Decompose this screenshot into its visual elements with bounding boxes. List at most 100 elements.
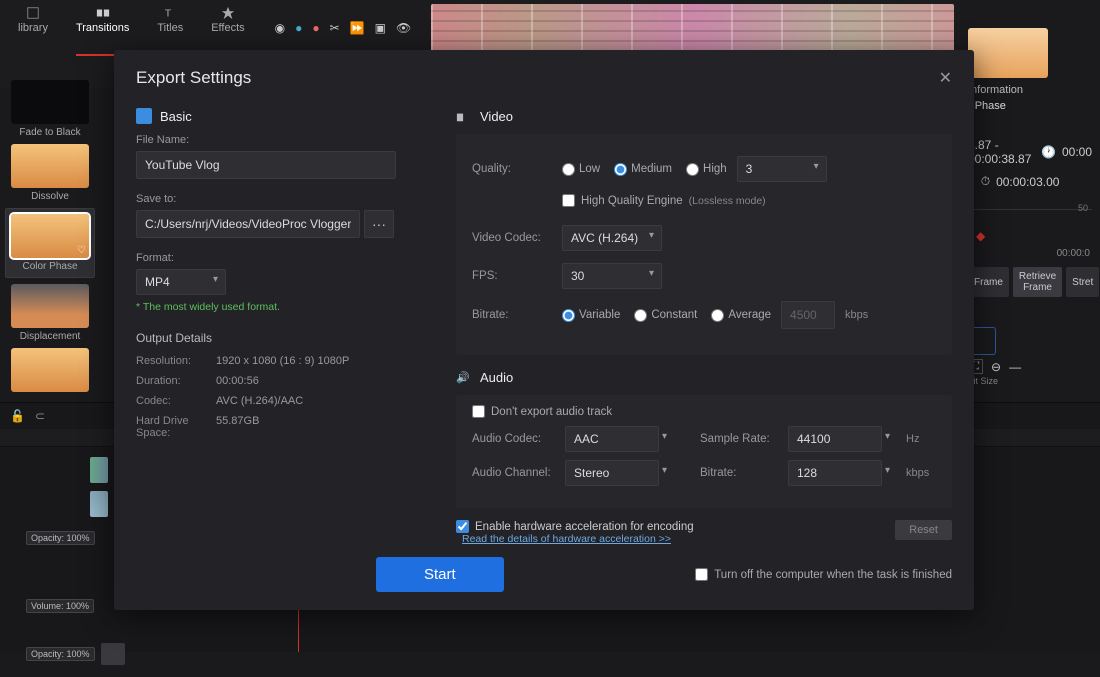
thumb-label: Color Phase xyxy=(22,261,77,272)
crop-icon[interactable]: ▣ xyxy=(375,21,386,35)
acodec-label: Audio Codec: xyxy=(472,433,557,445)
kbps-unit: kbps xyxy=(845,309,868,321)
quality-num-select[interactable]: 3 xyxy=(737,156,827,182)
marker-icon[interactable]: ◉ xyxy=(275,21,285,35)
bitrate-value-input xyxy=(781,301,835,329)
filename-input[interactable] xyxy=(136,151,396,179)
abitrate-select[interactable]: 128 xyxy=(788,460,882,486)
abitrate-label: Bitrate: xyxy=(700,467,780,479)
hqe-checkbox[interactable] xyxy=(562,194,575,207)
scale-50: 50 xyxy=(1078,203,1088,213)
cut-icon[interactable]: ✂ xyxy=(330,21,340,35)
transition-item[interactable] xyxy=(10,348,90,392)
lock-icon[interactable]: 🔓 xyxy=(10,409,25,423)
hw-label: Enable hardware acceleration for encodin… xyxy=(475,521,694,533)
codec-v: AVC (H.264)/AAC xyxy=(216,395,303,407)
saveto-label: Save to: xyxy=(136,193,426,205)
dur-small: 00:00 xyxy=(1062,145,1092,159)
speed-icon[interactable]: ⏩ xyxy=(350,21,365,35)
hd-v: 55.87GB xyxy=(216,415,259,439)
audio-clip[interactable] xyxy=(101,643,125,665)
no-audio-label: Don't export audio track xyxy=(491,406,612,418)
info-heading: Information xyxy=(968,84,1092,96)
fps-label: FPS: xyxy=(472,270,552,282)
hz-unit: Hz xyxy=(906,433,936,445)
turnoff-label: Turn off the computer when the task is f… xyxy=(714,569,952,581)
start-button[interactable]: Start xyxy=(376,557,504,592)
tab-titles-label: Titles xyxy=(157,22,183,34)
export-settings-modal: Export Settings ✕ Basic File Name: Save … xyxy=(114,50,974,610)
video-icon xyxy=(456,108,472,124)
audio-heading: Audio xyxy=(480,370,513,385)
modal-title: Export Settings xyxy=(136,68,251,88)
fit-size-label: Fit Size xyxy=(968,376,1092,386)
volume-badge[interactable]: Volume: 100% xyxy=(26,599,94,613)
marker3-icon[interactable]: ● xyxy=(312,21,319,35)
opacity-badge-2[interactable]: Opacity: 100% xyxy=(26,647,95,661)
video-clip[interactable] xyxy=(90,457,108,483)
vcodec-select[interactable]: AVC (H.264) xyxy=(562,225,662,251)
transition-color-phase[interactable]: ♡Color Phase xyxy=(5,208,95,278)
stopwatch-icon: ⏱ xyxy=(981,174,990,189)
marker2-icon[interactable]: ● xyxy=(295,21,302,35)
bitrate-constant[interactable]: Constant xyxy=(634,309,697,322)
transition-displacement[interactable]: Displacement xyxy=(10,284,90,342)
tab-transitions[interactable]: Transitions xyxy=(76,6,129,56)
quality-low[interactable]: Low xyxy=(562,163,600,176)
frame-button[interactable]: Frame xyxy=(968,267,1009,297)
bitrate-average[interactable]: Average xyxy=(711,309,771,322)
tab-effects[interactable]: Effects xyxy=(211,6,244,56)
quality-high[interactable]: High xyxy=(686,163,727,176)
retrieve-frame-button[interactable]: Retrieve Frame xyxy=(1013,267,1062,297)
codec-k: Codec: xyxy=(136,395,216,407)
bitrate-variable[interactable]: Variable xyxy=(562,309,620,322)
video-clip-2[interactable] xyxy=(90,491,108,517)
achannel-select[interactable]: Stereo xyxy=(565,460,659,486)
hqe-note: (Lossless mode) xyxy=(689,195,766,207)
turnoff-option[interactable]: Turn off the computer when the task is f… xyxy=(695,568,952,581)
tab-library[interactable]: library xyxy=(18,6,48,56)
turnoff-checkbox[interactable] xyxy=(695,568,708,581)
dur-v: 00:00:56 xyxy=(216,375,259,387)
eye-icon[interactable]: 👁 xyxy=(396,21,411,35)
hd-k: Hard Drive Space: xyxy=(136,415,216,439)
thumb-label: Displacement xyxy=(20,331,81,342)
savepath-input[interactable] xyxy=(136,210,360,238)
clip-name: r Phase xyxy=(968,100,1092,112)
format-hint: * The most widely used format. xyxy=(136,301,426,313)
quality-medium[interactable]: Medium xyxy=(614,163,672,176)
no-audio-checkbox[interactable] xyxy=(472,405,485,418)
format-select[interactable]: MP4 xyxy=(136,269,226,295)
hqe-label: High Quality Engine xyxy=(581,195,683,207)
svg-text:T: T xyxy=(165,8,172,20)
output-details-heading: Output Details xyxy=(136,331,426,345)
thumb-label: Dissolve xyxy=(31,191,69,202)
res-k: Resolution: xyxy=(136,355,216,367)
stretch-button[interactable]: Stret xyxy=(1066,267,1099,297)
close-icon[interactable]: ✕ xyxy=(939,68,952,88)
timer-value: 00:00:03.00 xyxy=(996,175,1059,189)
acodec-select[interactable]: AAC xyxy=(565,426,659,452)
kbps-unit-2: kbps xyxy=(906,467,936,479)
reset-button[interactable]: Reset xyxy=(895,520,952,540)
timeline-preview[interactable] xyxy=(431,4,954,52)
video-heading: Video xyxy=(480,109,513,124)
tab-titles[interactable]: T Titles xyxy=(157,6,183,56)
heart-icon: ♡ xyxy=(77,245,86,256)
format-label: Format: xyxy=(136,252,426,264)
opacity-badge[interactable]: Opacity: 100% xyxy=(26,531,95,545)
minus-icon[interactable]: ⊖ xyxy=(991,360,1001,374)
transition-dissolve[interactable]: Dissolve xyxy=(10,144,90,202)
transition-fade-to-black[interactable]: Fade to Black xyxy=(10,80,90,138)
keyframe-diamond-icon[interactable]: ◆ xyxy=(976,229,985,243)
slider-icon[interactable]: — xyxy=(1009,360,1021,374)
samplerate-select[interactable]: 44100 xyxy=(788,426,882,452)
tab-library-label: library xyxy=(18,22,48,34)
hw-link[interactable]: Read the details of hardware acceleratio… xyxy=(462,533,694,545)
tab-effects-label: Effects xyxy=(211,22,244,34)
audio-icon xyxy=(456,369,472,385)
browse-button[interactable]: ··· xyxy=(364,210,394,238)
magnet-icon[interactable]: ⊂ xyxy=(35,409,45,423)
hw-accel-checkbox[interactable] xyxy=(456,520,469,533)
fps-select[interactable]: 30 xyxy=(562,263,662,289)
